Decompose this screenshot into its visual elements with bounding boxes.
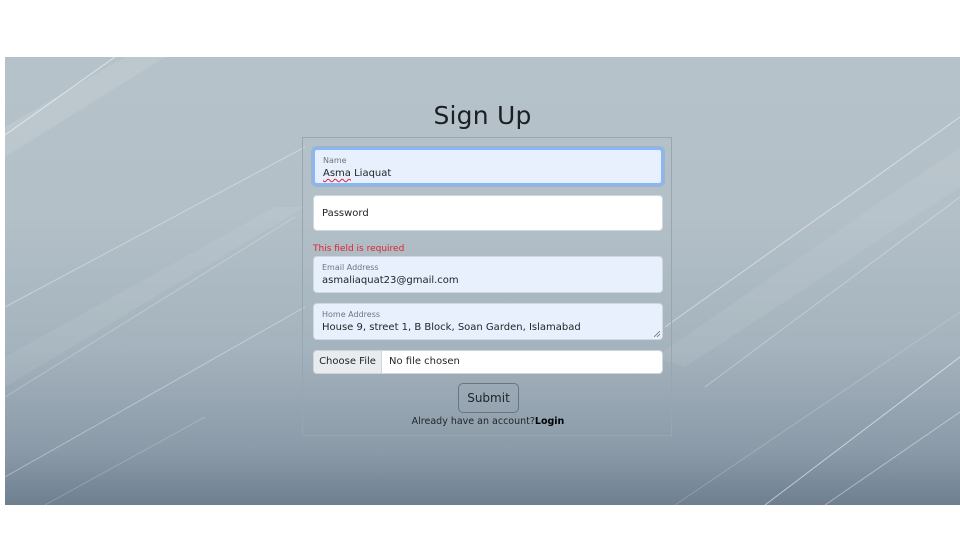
resize-handle-icon[interactable] [654,331,660,337]
name-first-word: Asma [323,168,351,179]
home-address-value: House 9, street 1, B Block, Soan Garden,… [322,322,581,333]
name-rest: Liaquat [350,168,392,179]
name-field-value: Asma Liaquat [323,168,391,179]
choose-file-button[interactable]: Choose File [314,351,382,373]
password-field[interactable]: Password [313,195,663,231]
email-field[interactable]: Email Address asmaliaquat23@gmail.com [313,256,663,293]
home-address-label: Home Address [322,310,381,319]
password-error-message: This field is required [313,244,405,254]
name-field-label: Name [323,156,347,165]
page-background: Sign Up Name Asma Liaquat Password This … [5,57,960,505]
login-link[interactable]: Login [535,416,564,427]
login-prompt: Already have an account?Login [303,416,673,427]
login-prompt-text: Already have an account? [411,416,535,427]
name-field[interactable]: Name Asma Liaquat [313,148,663,185]
password-field-placeholder: Password [322,208,369,219]
email-field-label: Email Address [322,263,379,272]
page-title: Sign Up [433,101,532,130]
email-field-value: asmaliaquat23@gmail.com [322,275,459,286]
file-status: No file chosen [389,356,460,367]
home-address-textarea[interactable]: Home Address House 9, street 1, B Block,… [313,303,663,340]
signup-form: Name Asma Liaquat Password This field is… [302,137,672,436]
file-input[interactable]: Choose File No file chosen [313,350,663,374]
submit-button[interactable]: Submit [458,383,519,413]
